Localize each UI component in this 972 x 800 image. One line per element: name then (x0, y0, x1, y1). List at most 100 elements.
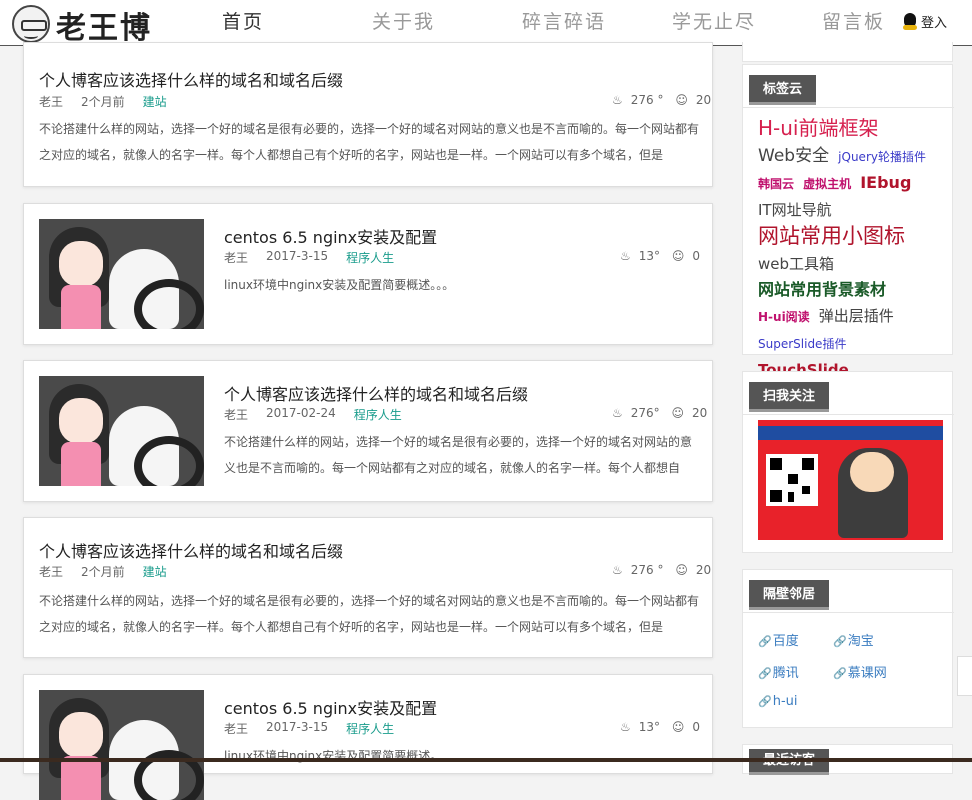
tag-link[interactable]: IEbug (860, 173, 911, 192)
post-author: 老王 (39, 565, 64, 579)
tag-link[interactable]: jQuery轮播插件 (838, 150, 926, 164)
post-category[interactable]: 程序人生 (354, 406, 402, 423)
bottom-bar (0, 758, 972, 762)
nav-item-home[interactable]: 首页 (196, 0, 346, 46)
tag-link[interactable]: 韩国云 (758, 177, 794, 191)
post-author: 老王 (224, 722, 249, 736)
widget-divider (743, 414, 954, 415)
post-comments: 0 (692, 249, 701, 263)
qr-code-image (758, 420, 943, 540)
cartoon-face (850, 452, 894, 492)
qr-follow-widget: 扫我关注 (742, 371, 954, 553)
post-title[interactable]: 个人博客应该选择什么样的域名和域名后缀 (224, 381, 528, 405)
post-category[interactable]: 程序人生 (346, 249, 394, 266)
avatar-logo-icon (12, 5, 50, 43)
post-views: 13° (638, 720, 661, 734)
nav-item-about[interactable]: 关于我 (346, 0, 496, 46)
post-meta: 老王 2017-3-15 程序人生 (224, 249, 412, 266)
tag-link[interactable]: 虚拟主机 (803, 177, 851, 191)
fire-icon: ♨ (612, 406, 623, 420)
thumb-girl-body (61, 442, 101, 486)
tag-link[interactable]: SuperSlide插件 (758, 337, 846, 351)
post-card[interactable]: 个人博客应该选择什么样的域名和域名后缀 老王 2个月前 建站 ♨ 276 ° ☺ 2… (23, 42, 713, 187)
post-thumbnail[interactable] (39, 376, 204, 486)
friend-link-label: h-ui (772, 694, 798, 709)
tag-link[interactable]: IT网址导航 (758, 201, 832, 219)
sidebar-top-stub (742, 42, 953, 62)
friend-link-label: 腾讯 (772, 666, 799, 681)
nav-item-notes[interactable]: 碎言碎语 (496, 0, 646, 46)
post-card[interactable]: 个人博客应该选择什么样的域名和域名后缀 老王 2个月前 建站 ♨ 276 ° ☺ 2… (23, 517, 713, 658)
nav-item-learning[interactable]: 学无止尽 (646, 0, 796, 46)
widget-divider (743, 612, 954, 613)
friend-link[interactable]: 🔗h-ui (758, 694, 797, 709)
tag-link[interactable]: H-ui前端框架 (758, 116, 879, 140)
post-meta: 老王 2017-02-24 程序人生 (224, 406, 420, 423)
flag-band-top (758, 426, 943, 440)
widget-title: 扫我关注 (749, 382, 830, 412)
link-icon: 🔗 (758, 695, 772, 708)
thumb-wheel (134, 279, 204, 329)
post-date: 2017-3-15 (266, 249, 329, 263)
post-views: 276 ° (630, 563, 664, 577)
friend-link-label: 慕课网 (847, 666, 887, 681)
post-views: 276° (630, 406, 660, 420)
qr-code-icon (766, 454, 818, 506)
post-title[interactable]: centos 6.5 nginx安装及配置 (224, 224, 437, 248)
post-stats: ♨ 276° ☺ 20 (604, 406, 707, 420)
tag-list: H-ui前端框架 Web安全 jQuery轮播插件 韩国云 虚拟主机 IEbug… (758, 115, 946, 383)
post-views: 276 ° (630, 93, 664, 107)
thumb-girl-body (61, 285, 101, 329)
fire-icon: ♨ (620, 249, 631, 263)
post-meta: 老王 2个月前 建站 (39, 93, 185, 110)
login-link[interactable]: 登入 (902, 12, 947, 31)
widget-title: 隔壁邻居 (749, 580, 830, 610)
post-category[interactable]: 程序人生 (346, 720, 394, 737)
post-card[interactable]: 个人博客应该选择什么样的域名和域名后缀 老王 2017-02-24 程序人生 ♨… (23, 360, 713, 502)
post-author: 老王 (224, 408, 249, 422)
top-navbar: 老王博客 首页 关于我 碎言碎语 学无止尽 留言板 登入 (0, 0, 972, 90)
qq-icon (902, 12, 918, 31)
scroll-to-top-button[interactable] (957, 656, 972, 696)
tag-link[interactable]: 弹出层插件 (819, 307, 894, 325)
friend-link[interactable]: 🔗百度 (758, 630, 799, 649)
comment-icon: ☺ (675, 563, 688, 577)
fire-icon: ♨ (612, 563, 623, 577)
post-date: 2个月前 (81, 95, 125, 109)
post-title[interactable]: 个人博客应该选择什么样的域名和域名后缀 (39, 67, 343, 91)
comment-icon: ☺ (671, 720, 685, 734)
post-date: 2017-3-15 (266, 720, 329, 734)
tag-link[interactable]: 网站常用小图标 (758, 224, 905, 248)
post-thumbnail[interactable] (39, 219, 204, 329)
post-author: 老王 (39, 95, 64, 109)
post-category[interactable]: 建站 (143, 563, 167, 580)
friend-link[interactable]: 🔗淘宝 (833, 630, 874, 649)
post-title[interactable]: 个人博客应该选择什么样的域名和域名后缀 (39, 538, 343, 562)
post-thumbnail[interactable] (39, 690, 204, 800)
post-stats: ♨ 13° ☺ 0 (612, 720, 700, 734)
post-title[interactable]: centos 6.5 nginx安装及配置 (224, 695, 437, 719)
thumb-girl-face (59, 398, 103, 444)
tag-link[interactable]: H-ui阅读 (758, 310, 810, 324)
post-category[interactable]: 建站 (143, 93, 167, 110)
friend-link[interactable]: 🔗腾讯 (758, 662, 799, 681)
login-label: 登入 (921, 16, 948, 31)
friend-links-widget: 隔壁邻居 🔗百度 🔗淘宝 🔗腾讯 🔗慕课网 🔗h-ui (742, 569, 954, 728)
post-card[interactable]: centos 6.5 nginx安装及配置 老王 2017-3-15 程序人生 … (23, 203, 713, 345)
friend-link-label: 淘宝 (847, 634, 874, 649)
post-excerpt: 不论搭建什么样的网站，选择一个好的域名是很有必要的，选择一个好的域名对网站的意义… (39, 122, 699, 162)
post-stats: ♨ 276 ° ☺ 20 (604, 563, 711, 577)
comment-icon: ☺ (675, 93, 688, 107)
widget-divider (743, 107, 954, 108)
link-icon: 🔗 (833, 667, 847, 680)
friend-link[interactable]: 🔗慕课网 (833, 662, 887, 681)
widget-title: 标签云 (749, 75, 817, 105)
tag-cloud-widget: 标签云 H-ui前端框架 Web安全 jQuery轮播插件 韩国云 虚拟主机 I… (742, 64, 954, 379)
tag-link[interactable]: web工具箱 (758, 255, 834, 273)
tag-link[interactable]: 网站常用背景素材 (758, 280, 886, 299)
thumb-wheel (134, 436, 204, 486)
comment-icon: ☺ (671, 249, 685, 263)
main-nav: 首页 关于我 碎言碎语 学无止尽 留言板 (196, 0, 946, 46)
tag-link[interactable]: Web安全 (758, 146, 829, 166)
site-logo[interactable]: 老王博客 (12, 3, 182, 90)
